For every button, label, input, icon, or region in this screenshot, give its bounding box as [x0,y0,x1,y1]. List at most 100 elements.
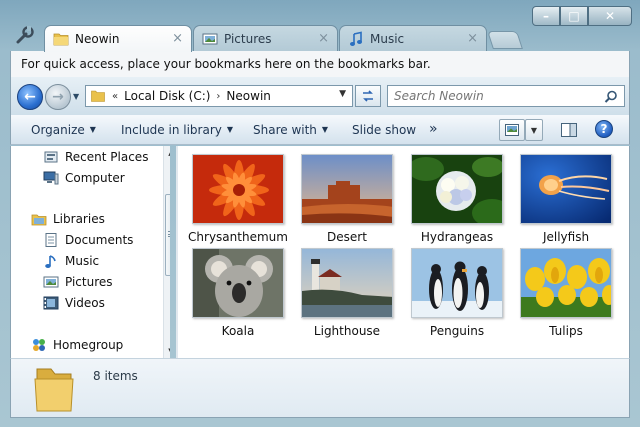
sidebar-item-computer[interactable]: Computer [43,170,125,186]
libraries-icon [31,214,47,226]
tab-neowin[interactable]: Neowin × [44,25,192,52]
scrollbar-thumb[interactable] [165,194,170,276]
more-commands-button[interactable]: » [429,121,438,137]
pictures-icon [43,276,59,288]
change-view-button[interactable] [499,119,525,141]
computer-icon [43,171,59,185]
music-note-icon [350,31,362,46]
sidebar-item-label: Documents [65,233,134,247]
file-item-lighthouse[interactable]: Lighthouse [297,248,397,338]
sidebar-item-label: Pictures [65,275,113,289]
scroll-down-icon[interactable]: ▼ [164,344,170,358]
sidebar-item-recent-places[interactable]: Recent Places [43,149,148,165]
tab-label: Pictures [224,31,272,46]
tab-music[interactable]: Music × [339,25,487,51]
file-item-chrysanthemum[interactable]: Chrysanthemum [188,154,288,244]
file-item-desert[interactable]: Desert [297,154,397,244]
close-window-button[interactable]: ✕ [588,6,632,26]
file-item-jellyfish[interactable]: Jellyfish [516,154,616,244]
pictures-icon [202,33,218,44]
file-item-penguins[interactable]: Penguins [407,248,507,338]
close-tab-icon[interactable]: × [318,31,329,46]
slide-show-label: Slide show [352,123,417,137]
chevron-down-icon: ▼ [226,125,234,134]
chevron-down-icon: ▼ [530,125,538,135]
sidebar-item-videos[interactable]: Videos [43,295,105,311]
jellyfish-thumbnail [520,154,612,224]
forward-button[interactable]: → [45,84,71,110]
scroll-up-icon[interactable]: ▲ [164,146,170,160]
search-box[interactable] [387,85,625,107]
include-in-library-button[interactable]: Include in library ▼ [121,123,233,137]
folder-icon [91,90,105,102]
back-button[interactable]: ← [17,84,43,110]
file-item-hydrangeas[interactable]: Hydrangeas [407,154,507,244]
new-tab-button[interactable] [487,31,523,49]
preview-pane-button[interactable] [557,119,581,141]
file-name: Desert [327,230,367,244]
lighthouse-thumbnail [301,248,393,318]
sidebar-item-label: Homegroup [53,338,124,352]
bookmarks-bar-message: For quick access, place your bookmarks h… [21,57,431,71]
sidebar-item-homegroup[interactable]: Homegroup [31,337,123,353]
minimize-button[interactable]: – [532,6,560,26]
close-tab-icon[interactable]: × [172,31,183,46]
sidebar-item-label: Computer [65,171,125,185]
folder-icon [34,368,74,412]
view-icon [505,124,519,136]
help-button[interactable]: ? [595,120,613,138]
back-arrow-icon: ← [24,89,36,105]
breadcrumb-separator[interactable]: › [216,91,220,102]
grip-icon [168,231,170,237]
breadcrumb-neowin[interactable]: Neowin [226,89,270,103]
sidebar-item-label: Recent Places [65,150,149,164]
close-tab-icon[interactable]: × [467,31,478,46]
search-icon[interactable] [604,90,618,104]
history-dropdown-icon[interactable]: ▼ [73,92,79,101]
sidebar-item-documents[interactable]: Documents [43,232,133,248]
breadcrumb-overflow[interactable]: « [112,91,118,102]
tulips-thumbnail [520,248,612,318]
hydrangeas-thumbnail [411,154,503,224]
file-list: Chrysanthemum Desert Hydrangeas Jellyfis… [178,146,630,358]
music-icon [45,255,56,268]
title-bar: Neowin × Pictures × Music × – □ ✕ [0,0,640,52]
include-in-library-label: Include in library [121,123,222,137]
chrysanthemum-thumbnail [192,154,284,224]
address-bar[interactable]: « Local Disk (C:) › Neowin ▼ [85,85,353,107]
file-item-tulips[interactable]: Tulips [516,248,616,338]
file-name: Tulips [549,324,583,338]
videos-icon [43,296,59,310]
share-with-button[interactable]: Share with ▼ [253,123,328,137]
nav-pane-scrollbar[interactable]: ▲ ▼ [163,146,170,358]
view-options-dropdown[interactable]: ▼ [525,119,543,141]
organize-button[interactable]: Organize ▼ [31,123,96,137]
address-dropdown-icon[interactable]: ▼ [339,89,346,99]
bookmarks-bar: For quick access, place your bookmarks h… [10,51,630,77]
wrench-icon[interactable] [14,24,36,46]
refresh-button[interactable] [355,85,381,107]
maximize-button[interactable]: □ [560,6,588,26]
sidebar-item-music[interactable]: Music [43,253,99,269]
chevron-down-icon: ▼ [321,125,329,134]
sidebar-item-label: Videos [65,296,105,310]
search-input[interactable] [394,89,594,103]
file-name: Jellyfish [542,230,590,244]
organize-label: Organize [31,123,85,137]
folder-icon [53,33,69,46]
sidebar-item-label: Libraries [53,212,105,226]
file-name: Koala [221,324,255,338]
tab-pictures[interactable]: Pictures × [193,25,338,51]
sidebar-item-pictures[interactable]: Pictures [43,274,113,290]
breadcrumb-local-disk[interactable]: Local Disk (C:) [124,89,210,103]
tab-label: Music [370,31,405,46]
navigation-bar: ← → ▼ « Local Disk (C:) › Neowin ▼ [10,77,630,115]
slide-show-button[interactable]: Slide show [352,123,416,137]
share-with-label: Share with [253,123,317,137]
recent-places-icon [44,151,58,163]
refresh-icon [363,90,373,102]
details-pane: 8 items [10,358,630,418]
file-item-koala[interactable]: Koala [188,248,288,338]
koala-thumbnail [192,248,284,318]
sidebar-item-libraries[interactable]: Libraries [31,211,105,227]
